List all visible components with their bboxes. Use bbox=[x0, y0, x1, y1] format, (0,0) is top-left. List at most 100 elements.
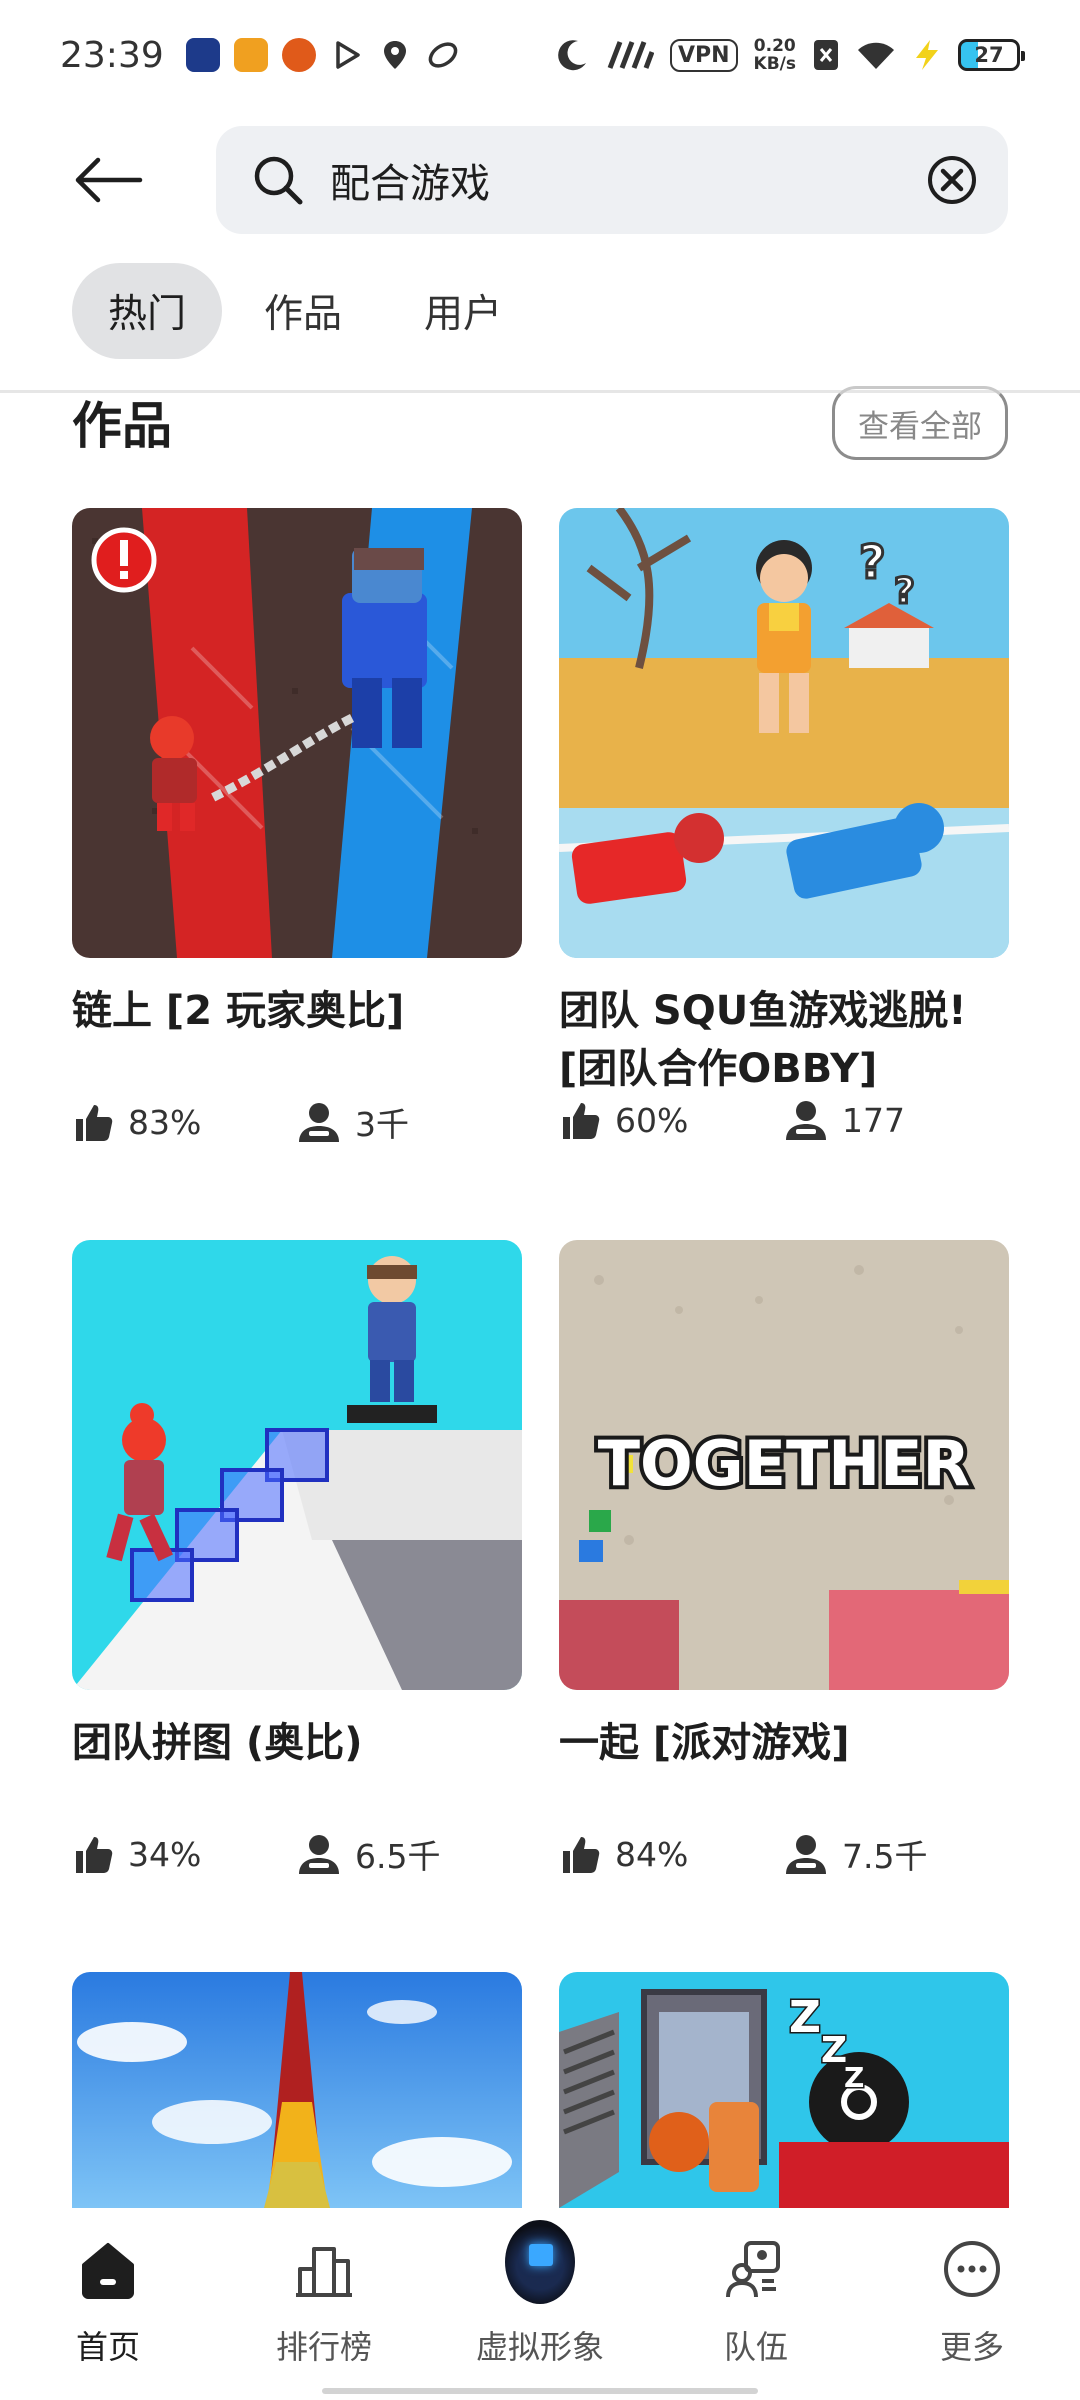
game-card[interactable]: TOGETHER 一起 [派对游戏] 84% 7.5千 bbox=[559, 1240, 1009, 1878]
tab-users[interactable]: 用户 bbox=[384, 263, 542, 359]
arrow-left-icon bbox=[75, 157, 143, 203]
charging-icon bbox=[916, 40, 938, 70]
more-icon bbox=[944, 2241, 1000, 2297]
game-card[interactable]: 链上 [2 玩家奥比] 83% 3千 bbox=[72, 508, 522, 1146]
like-stat: 60% bbox=[559, 1099, 784, 1141]
game-thumbnail: ? ? bbox=[559, 508, 1009, 958]
players-stat: 177 bbox=[784, 1098, 1009, 1142]
search-query: 配合游戏 bbox=[330, 161, 490, 207]
battery-indicator: 27 bbox=[958, 39, 1025, 71]
app-notification-icon bbox=[281, 38, 316, 72]
svg-text:Z: Z bbox=[844, 2061, 864, 2094]
search-header: 配合游戏 bbox=[0, 110, 1080, 250]
player-count: 6.5千 bbox=[355, 1837, 441, 1876]
search-icon bbox=[254, 156, 303, 205]
person-icon bbox=[786, 1835, 826, 1874]
back-button[interactable] bbox=[72, 140, 172, 220]
status-app-icons bbox=[185, 38, 460, 72]
nav-more[interactable]: 更多 bbox=[864, 2208, 1080, 2400]
players-stat: 6.5千 bbox=[297, 1830, 522, 1878]
player-count: 7.5千 bbox=[842, 1837, 928, 1876]
players-stat: 7.5千 bbox=[784, 1830, 1009, 1878]
section-title: 作品 bbox=[72, 397, 172, 455]
game-stats: 84% 7.5千 bbox=[559, 1830, 1009, 1878]
nav-home[interactable]: 首页 bbox=[0, 2208, 216, 2400]
svg-text:?: ? bbox=[859, 535, 886, 589]
game-card[interactable] bbox=[72, 1972, 522, 2208]
no-sim-icon bbox=[814, 40, 838, 70]
svg-text:?: ? bbox=[894, 571, 915, 612]
like-percentage: 34% bbox=[128, 1834, 202, 1874]
game-stats: 34% 6.5千 bbox=[72, 1830, 522, 1878]
wifi-icon bbox=[858, 42, 894, 69]
svg-text:Z: Z bbox=[789, 1992, 821, 2043]
game-card[interactable]: 团队拼图 (奥比) 34% 6.5千 bbox=[72, 1240, 522, 1878]
nav-team[interactable]: 队伍 bbox=[648, 2208, 864, 2400]
nav-leaderboard[interactable]: 排行榜 bbox=[216, 2208, 432, 2400]
leaf-icon bbox=[428, 42, 458, 68]
moon-icon bbox=[558, 40, 586, 71]
status-bar: 23:39 VPN 0.20 KB/s 27 bbox=[0, 0, 1080, 110]
signal-icon bbox=[607, 41, 654, 69]
game-title: 一起 [派对游戏] bbox=[559, 1720, 850, 1766]
home-indicator[interactable] bbox=[322, 2388, 758, 2394]
like-percentage: 83% bbox=[128, 1102, 202, 1142]
search-input[interactable]: 配合游戏 bbox=[216, 126, 1008, 234]
nav-label: 虚拟形象 bbox=[475, 2328, 604, 2366]
game-title: 团队 SQU鱼游戏逃脱! [团队合作OBBY] bbox=[559, 988, 967, 1092]
location-icon bbox=[383, 41, 406, 69]
game-card[interactable]: ? ? 团队 SQU鱼游戏逃脱! [团队合作OBBY] 60% 177 bbox=[559, 508, 1009, 1142]
like-percentage: 60% bbox=[615, 1100, 689, 1140]
thumbs-up-icon bbox=[563, 1837, 600, 1873]
team-icon bbox=[726, 2241, 780, 2298]
thumbs-up-icon bbox=[563, 1103, 600, 1139]
game-card[interactable]: Z Z Z bbox=[559, 1972, 1009, 2208]
players-stat: 3千 bbox=[297, 1098, 522, 1146]
player-count: 3千 bbox=[355, 1105, 409, 1144]
thumbs-up-icon bbox=[76, 1105, 113, 1141]
game-thumbnail: Z Z Z bbox=[559, 1972, 1009, 2208]
clear-search-button[interactable] bbox=[924, 152, 980, 208]
game-title: 链上 [2 玩家奥比] bbox=[72, 988, 405, 1034]
tab-hot[interactable]: 热门 bbox=[72, 263, 223, 359]
thumbnail-text-together: TOGETHER bbox=[598, 1427, 971, 1500]
game-thumbnail: TOGETHER bbox=[559, 1240, 1009, 1690]
nav-label: 排行榜 bbox=[275, 2328, 372, 2366]
game-stats: 60% 177 bbox=[559, 1098, 1009, 1142]
nav-label: 更多 bbox=[939, 2328, 1004, 2366]
thumbs-up-icon bbox=[76, 1837, 113, 1873]
person-icon bbox=[299, 1835, 339, 1874]
like-stat: 84% bbox=[559, 1833, 784, 1875]
leaderboard-icon bbox=[296, 2247, 352, 2297]
tab-works[interactable]: 作品 bbox=[250, 263, 356, 359]
app-notification-icon bbox=[185, 38, 220, 72]
nav-label: 队伍 bbox=[723, 2328, 788, 2366]
person-icon bbox=[786, 1101, 826, 1140]
avatar-icon bbox=[505, 2220, 575, 2304]
vpn-badge: VPN bbox=[669, 38, 738, 72]
view-all-button[interactable]: 查看全部 bbox=[832, 386, 1008, 460]
network-speed: 0.20 KB/s bbox=[754, 37, 796, 73]
like-percentage: 84% bbox=[615, 1834, 689, 1874]
nav-avatar[interactable]: 虚拟形象 bbox=[432, 2208, 648, 2400]
network-speed-value: 0.20 bbox=[753, 36, 796, 56]
play-icon bbox=[336, 41, 360, 69]
bottom-navigation: 首页 排行榜 虚拟形象 队伍 更多 bbox=[0, 2208, 1080, 2400]
status-right: VPN 0.20 KB/s 27 bbox=[554, 37, 1025, 73]
close-circle-icon bbox=[928, 156, 976, 204]
app-notification-icon bbox=[233, 38, 268, 72]
player-count: 177 bbox=[842, 1100, 905, 1140]
like-stat: 34% bbox=[72, 1833, 297, 1875]
person-icon bbox=[299, 1103, 339, 1142]
like-stat: 83% bbox=[72, 1101, 297, 1143]
home-icon bbox=[82, 2243, 134, 2299]
nav-label: 首页 bbox=[75, 2328, 140, 2366]
status-time: 23:39 bbox=[60, 34, 164, 76]
game-thumbnail bbox=[72, 1240, 522, 1690]
game-thumbnail bbox=[72, 1972, 522, 2208]
game-thumbnail bbox=[72, 508, 522, 958]
search-tabs: 热门 作品 用户 bbox=[72, 262, 542, 360]
game-title: 团队拼图 (奥比) bbox=[72, 1720, 363, 1766]
network-speed-unit: KB/s bbox=[753, 54, 796, 74]
game-stats: 83% 3千 bbox=[72, 1098, 522, 1146]
